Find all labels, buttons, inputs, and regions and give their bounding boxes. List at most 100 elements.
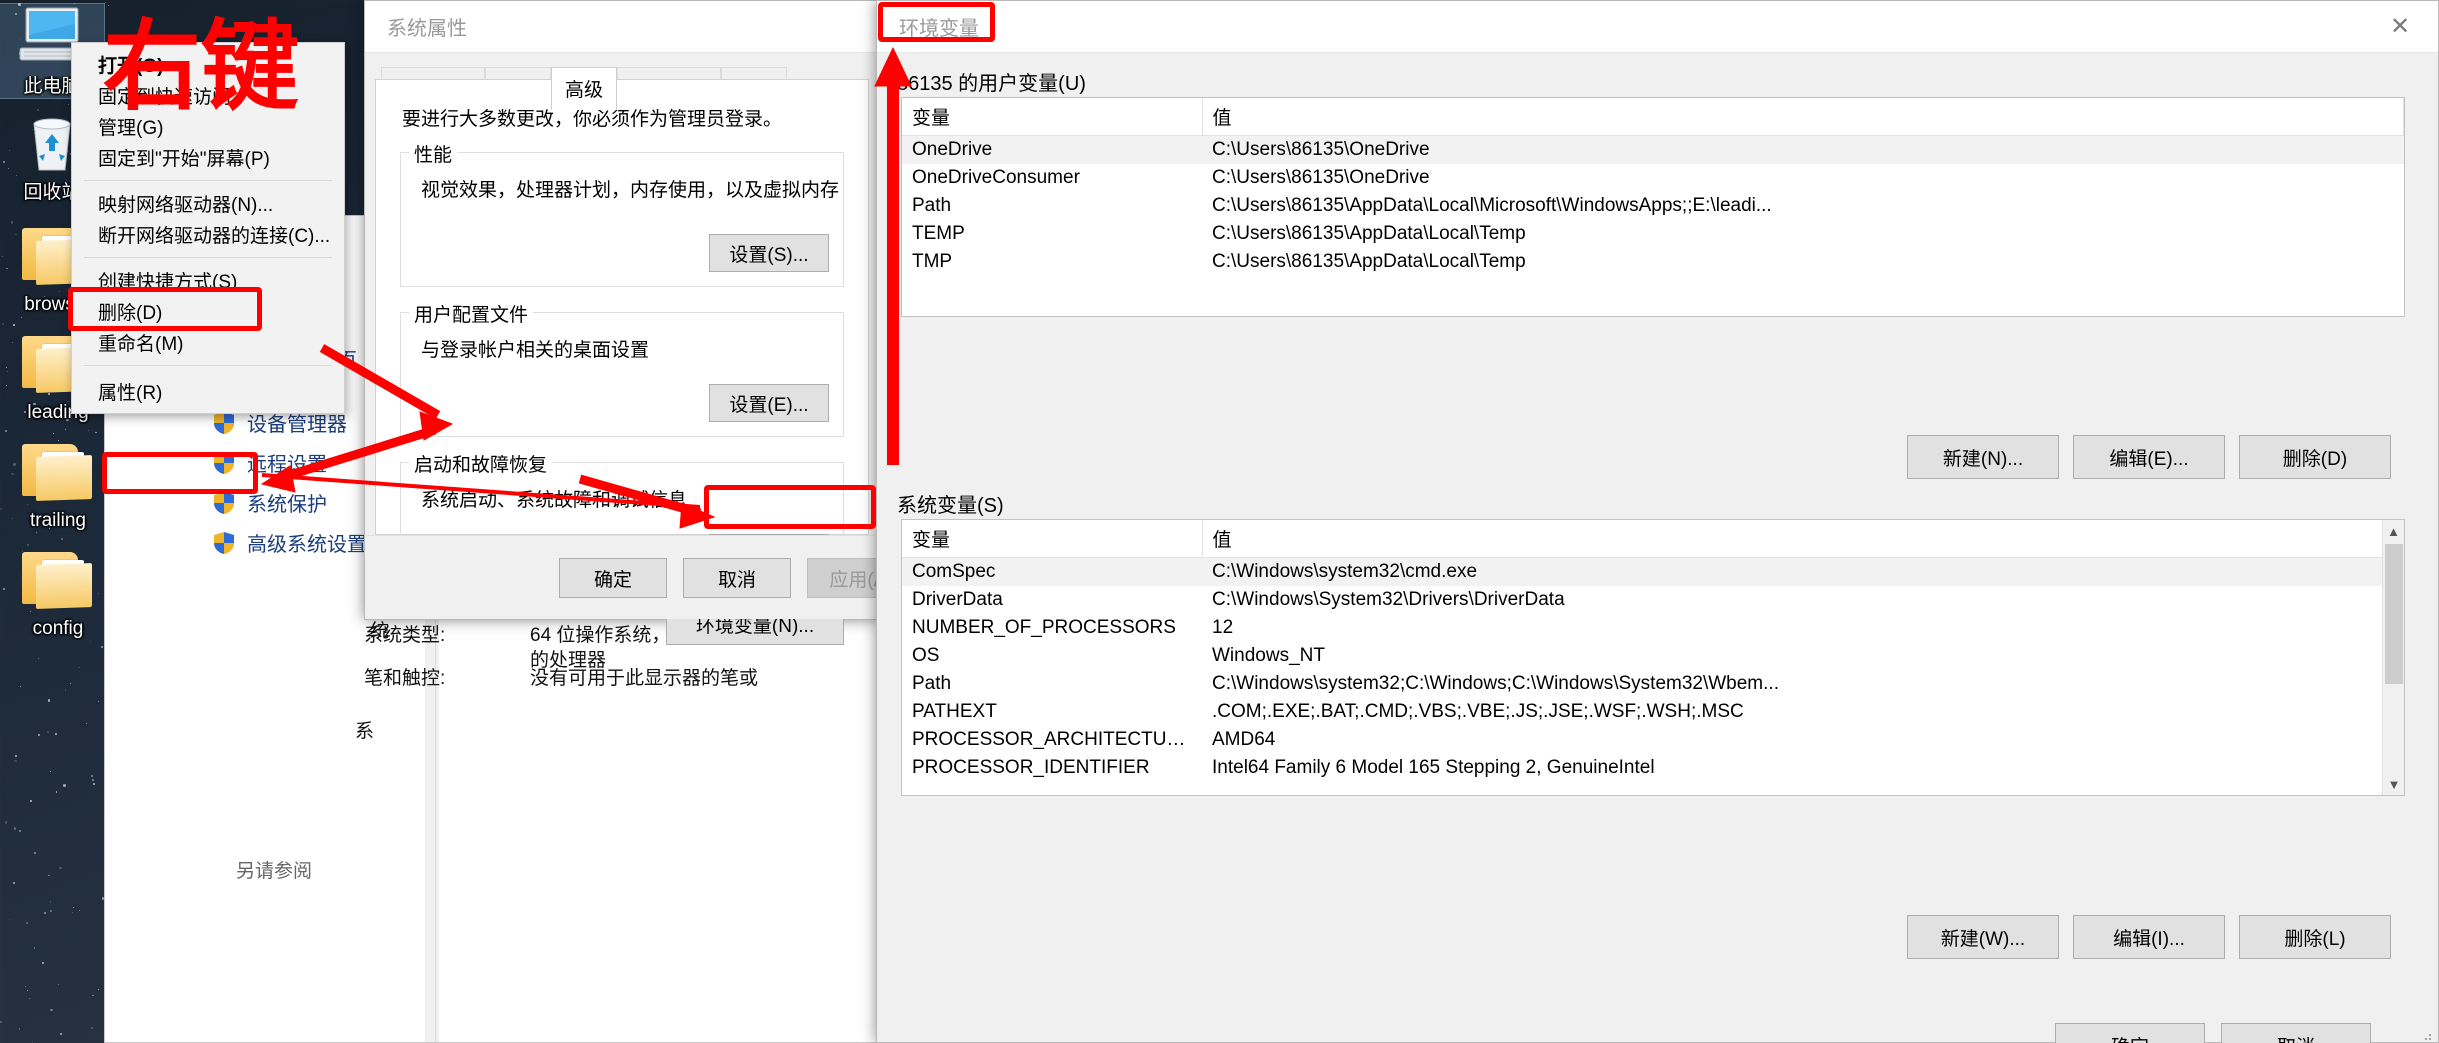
table-row[interactable]: DriverData C:\Windows\System32\Drivers\D… bbox=[902, 586, 2384, 614]
desktop-context-menu[interactable]: 打开(O) 固定到快速访问 管理(G) 固定到"开始"屏幕(P) 映射网络驱动器… bbox=[71, 42, 345, 414]
environment-variables-titlebar: 环境变量 ✕ bbox=[877, 1, 2438, 53]
table-row[interactable]: TMP C:\Users\86135\AppData\Local\Temp bbox=[902, 248, 2404, 276]
user-variables-grid: 变量 值 OneDrive C:\Users\86135\OneDrive On… bbox=[902, 98, 2404, 276]
cell-variable: OS bbox=[912, 645, 940, 666]
startup-recovery-group-label: 启动和故障恢复 bbox=[409, 450, 553, 477]
menu-item-map-network-drive[interactable]: 映射网络驱动器(N)... bbox=[72, 188, 344, 219]
user-variables-label: 86135 的用户变量(U) bbox=[897, 73, 1086, 95]
column-header-variable[interactable]: 变量 bbox=[902, 520, 1203, 558]
cell-value: C:\Windows\System32\Drivers\DriverData bbox=[1212, 589, 1565, 610]
cell-value: 12 bbox=[1212, 617, 1234, 638]
table-row[interactable]: PATHEXT .COM;.EXE;.BAT;.CMD;.VBS;.VBE;.J… bbox=[902, 698, 2384, 726]
table-row[interactable]: ComSpec C:\Windows\system32\cmd.exe bbox=[902, 557, 2384, 586]
scroll-up-icon[interactable]: ▲ bbox=[2383, 520, 2404, 542]
cell-variable: PROCESSOR_ARCHITECTURE bbox=[912, 729, 1193, 750]
column-header-value[interactable]: 值 bbox=[1202, 520, 2384, 558]
user-profiles-desc: 与登录帐户相关的桌面设置 bbox=[421, 340, 650, 361]
tab-advanced[interactable]: 高级 bbox=[551, 67, 618, 110]
cell-value: .COM;.EXE;.BAT;.CMD;.VBS;.VBE;.JS;.JSE;.… bbox=[1212, 701, 1744, 722]
menu-item-delete[interactable]: 删除(D) bbox=[72, 296, 344, 327]
partial-label-2: 系 bbox=[355, 721, 375, 742]
cell-variable: DriverData bbox=[912, 589, 1003, 610]
menu-item-disconnect-network-drive[interactable]: 断开网络驱动器的连接(C)... bbox=[72, 219, 344, 250]
table-row[interactable]: OneDrive C:\Users\86135\OneDrive bbox=[902, 135, 2404, 164]
sidebar-item-label: 高级系统设置 bbox=[247, 534, 367, 556]
menu-separator bbox=[84, 365, 332, 366]
cell-value: C:\Users\86135\AppData\Local\Temp bbox=[1212, 251, 1526, 272]
menu-item-manage[interactable]: 管理(G) bbox=[72, 111, 344, 142]
menu-item-rename[interactable]: 重命名(M) bbox=[72, 327, 344, 358]
menu-item-pin-quick-access[interactable]: 固定到快速访问 bbox=[72, 80, 344, 111]
system-properties-footer: 确定 取消 应用(A) bbox=[365, 535, 915, 619]
ok-button[interactable]: 确定 bbox=[559, 558, 667, 598]
user-profiles-group-label: 用户配置文件 bbox=[409, 300, 534, 327]
cell-value: C:\Windows\system32\cmd.exe bbox=[1202, 557, 2384, 586]
system-new-button[interactable]: 新建(W)... bbox=[1907, 915, 2059, 959]
menu-item-pin-to-start[interactable]: 固定到"开始"屏幕(P) bbox=[72, 142, 344, 173]
shield-icon bbox=[213, 411, 235, 435]
cell-variable: Path bbox=[912, 195, 952, 216]
table-header-row: 变量 值 bbox=[902, 98, 2404, 136]
sidebar-item-label: 远程设置 bbox=[247, 454, 327, 476]
cell-variable: OneDrive bbox=[902, 135, 1202, 164]
table-row[interactable]: OneDriveConsumer C:\Users\86135\OneDrive bbox=[902, 164, 2404, 192]
ok-button[interactable]: 确定 bbox=[2055, 1023, 2205, 1043]
user-delete-button[interactable]: 删除(D) bbox=[2239, 435, 2391, 479]
environment-variables-body: 86135 的用户变量(U) 变量 值 OneDrive C:\Users\86… bbox=[877, 53, 2438, 1043]
table-row[interactable]: PROCESSOR_IDENTIFIER Intel64 Family 6 Mo… bbox=[902, 754, 2384, 782]
cell-variable: TEMP bbox=[912, 223, 965, 244]
column-header-value[interactable]: 值 bbox=[1202, 98, 2404, 136]
menu-item-properties[interactable]: 属性(R) bbox=[72, 373, 344, 409]
user-profiles-settings-button[interactable]: 设置(E)... bbox=[709, 384, 829, 422]
performance-group: 性能 视觉效果，处理器计划，内存使用，以及虚拟内存 设置(S)... bbox=[400, 140, 844, 287]
spec-label-system-type: 系统类型: bbox=[364, 625, 446, 646]
user-edit-button[interactable]: 编辑(E)... bbox=[2073, 435, 2225, 479]
sidebar-item-remote-settings[interactable]: 远程设置 bbox=[213, 448, 327, 477]
cell-variable: PATHEXT bbox=[912, 701, 997, 722]
folder-icon: IJ bbox=[20, 438, 96, 504]
menu-item-create-shortcut[interactable]: 创建快捷方式(S) bbox=[72, 265, 344, 296]
user-new-button[interactable]: 新建(N)... bbox=[1907, 435, 2059, 479]
system-variables-table[interactable]: 变量 值 ComSpec C:\Windows\system32\cmd.exe… bbox=[901, 519, 2405, 796]
table-row[interactable]: Path C:\Users\86135\AppData\Local\Micros… bbox=[902, 192, 2404, 220]
cancel-button[interactable]: 取消 bbox=[2221, 1023, 2371, 1043]
cell-value: C:\Windows\system32;C:\Windows;C:\Window… bbox=[1212, 673, 1779, 694]
table-row[interactable]: NUMBER_OF_PROCESSORS 12 bbox=[902, 614, 2384, 642]
cell-variable: PROCESSOR_IDENTIFIER bbox=[912, 757, 1150, 778]
menu-item-open[interactable]: 打开(O) bbox=[72, 49, 344, 80]
scrollbar-thumb[interactable] bbox=[2385, 544, 2403, 684]
window-title: 环境变量 bbox=[899, 18, 979, 40]
folder-icon bbox=[20, 546, 96, 612]
sidebar-item-system-protection[interactable]: 系统保护 bbox=[213, 488, 327, 517]
environment-variables-window[interactable]: 环境变量 ✕ 86135 的用户变量(U) 变量 值 OneDrive C:\U… bbox=[876, 0, 2439, 1043]
window-title: 系统属性 bbox=[387, 18, 467, 40]
system-properties-titlebar: 系统属性 bbox=[365, 1, 879, 53]
system-properties-window[interactable]: 系统属性 计算机名 硬件 高级 系统保护 远程 要进行大多数更改，你必须作为管理… bbox=[364, 0, 915, 645]
table-row[interactable]: OS Windows_NT bbox=[902, 642, 2384, 670]
cell-variable: ComSpec bbox=[902, 557, 1202, 586]
user-variables-table[interactable]: 变量 值 OneDrive C:\Users\86135\OneDrive On… bbox=[901, 97, 2405, 317]
cell-value: C:\Users\86135\AppData\Local\Microsoft\W… bbox=[1212, 195, 1772, 216]
column-header-variable[interactable]: 变量 bbox=[902, 98, 1203, 136]
cancel-button[interactable]: 取消 bbox=[683, 558, 791, 598]
cell-value: Windows_NT bbox=[1212, 645, 1325, 666]
cell-variable: TMP bbox=[912, 251, 953, 272]
system-edit-button[interactable]: 编辑(I)... bbox=[2073, 915, 2225, 959]
table-row[interactable]: PROCESSOR_ARCHITECTURE AMD64 bbox=[902, 726, 2384, 754]
close-icon[interactable]: ✕ bbox=[2372, 7, 2428, 47]
shield-icon bbox=[213, 491, 235, 515]
advanced-tab-panel: 要进行大多数更改，你必须作为管理员登录。 性能 视觉效果，处理器计划，内存使用，… bbox=[375, 79, 869, 645]
cell-value: C:\Users\86135\AppData\Local\Temp bbox=[1212, 223, 1526, 244]
resize-grip-icon[interactable] bbox=[2421, 1026, 2433, 1040]
cell-variable: OneDriveConsumer bbox=[912, 167, 1080, 188]
shield-icon bbox=[213, 531, 235, 555]
table-row[interactable]: TEMP C:\Users\86135\AppData\Local\Temp bbox=[902, 220, 2404, 248]
table-row[interactable]: Path C:\Windows\system32;C:\Windows;C:\W… bbox=[902, 670, 2384, 698]
performance-settings-button[interactable]: 设置(S)... bbox=[709, 234, 829, 272]
spec-label-pen-touch: 笔和触控: bbox=[364, 668, 446, 689]
sidebar-item-advanced-system-settings[interactable]: 高级系统设置 bbox=[213, 528, 367, 557]
system-variables-scrollbar[interactable]: ▲ ▼ bbox=[2382, 520, 2404, 795]
scroll-down-icon[interactable]: ▼ bbox=[2383, 773, 2404, 795]
system-delete-button[interactable]: 删除(L) bbox=[2239, 915, 2391, 959]
system-variables-grid: 变量 值 ComSpec C:\Windows\system32\cmd.exe… bbox=[902, 520, 2384, 782]
